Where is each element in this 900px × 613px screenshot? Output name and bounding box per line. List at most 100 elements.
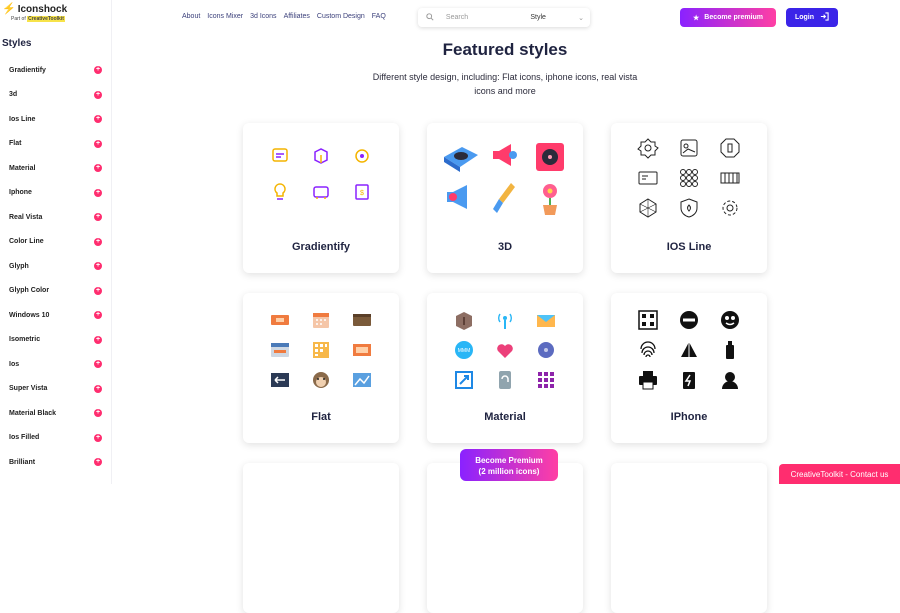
svg-text:MMM: MMM	[458, 348, 471, 354]
card-outline-icon	[638, 171, 658, 185]
toolbar-icon	[271, 343, 290, 357]
disc-icon	[537, 342, 554, 358]
nav-3d-icons[interactable]: 3d Icons	[250, 13, 276, 20]
battery-charge-icon	[682, 372, 695, 389]
sidebar-item[interactable]: Ios Line +	[0, 107, 111, 132]
sidebar-item[interactable]: Material +	[0, 156, 111, 181]
money-icon	[352, 344, 371, 356]
nav-faq[interactable]: FAQ	[372, 13, 386, 20]
plus-icon[interactable]: +	[94, 409, 102, 418]
person-icon	[721, 372, 738, 389]
minus-circle-icon	[679, 311, 698, 329]
style-card-3d[interactable]: 3D	[427, 123, 583, 273]
sidebar-item[interactable]: Super Vista +	[0, 377, 111, 402]
brand-sub: Part of CreativeToolkit	[11, 16, 65, 22]
plus-icon[interactable]: +	[94, 384, 102, 393]
sidebar-item[interactable]: Brilliant +	[0, 450, 111, 475]
sidebar-item[interactable]: Real Vista +	[0, 205, 111, 230]
star-icon: ★	[692, 14, 700, 22]
gear-outline-icon	[637, 138, 660, 159]
card-label: Material	[484, 411, 526, 423]
style-select[interactable]: Style ⌄	[530, 14, 590, 22]
search-input[interactable]: Search	[446, 14, 530, 21]
nav-affiliates[interactable]: Affiliates	[284, 13, 310, 20]
sidebar-item[interactable]: Ios Filled +	[0, 426, 111, 451]
style-card-material[interactable]: MMM Material	[427, 293, 583, 443]
brush-icon	[492, 183, 515, 213]
style-card-partial[interactable]	[243, 463, 399, 613]
gradient-icon	[272, 148, 289, 162]
card-label: IOS Line	[666, 241, 712, 253]
sidebar-item[interactable]: Ios +	[0, 352, 111, 377]
sidebar-item[interactable]: 3d +	[0, 83, 111, 108]
search-icon	[426, 12, 438, 23]
plus-icon[interactable]: +	[94, 66, 102, 75]
heart-icon	[497, 344, 513, 358]
expand-icon	[455, 371, 474, 389]
monkey-icon	[312, 372, 329, 388]
sidebar-item[interactable]: Flat +	[0, 132, 111, 157]
gradient-icon	[313, 186, 329, 199]
turntable-icon	[443, 147, 478, 172]
plus-icon[interactable]: +	[94, 188, 102, 197]
bolt-icon: ⚡	[2, 3, 16, 15]
plus-icon[interactable]: +	[94, 286, 102, 295]
turntable-pink-icon	[536, 143, 565, 171]
sidebar-item[interactable]: Isometric +	[0, 328, 111, 353]
plus-icon[interactable]: +	[94, 433, 102, 442]
plus-icon[interactable]: +	[94, 213, 102, 222]
settings-icon	[722, 200, 738, 216]
sidebar-item[interactable]: Color Line +	[0, 230, 111, 255]
sidebar-item[interactable]: Iphone +	[0, 181, 111, 206]
megaphone-icon	[492, 144, 517, 166]
arrows-icon	[271, 373, 290, 387]
style-card-partial[interactable]	[611, 463, 767, 613]
apps-grid-icon	[537, 372, 554, 388]
become-premium-button[interactable]: ★ Become premium	[680, 8, 776, 27]
sidebar-item[interactable]: Material Black +	[0, 401, 111, 426]
become-premium-floating-button[interactable]: Become Premium (2 million icons)	[460, 449, 558, 481]
plus-icon[interactable]: +	[94, 360, 102, 369]
login-button[interactable]: Login	[786, 8, 838, 27]
plus-icon[interactable]: +	[94, 115, 102, 124]
plus-icon[interactable]: +	[94, 311, 102, 320]
sidebar-item[interactable]: Glyph Color +	[0, 279, 111, 304]
style-card-flat[interactable]: Flat	[243, 293, 399, 443]
grid-board-icon	[312, 342, 329, 358]
triangle-icon	[680, 342, 697, 357]
plus-icon[interactable]: +	[94, 90, 102, 99]
sidebar-item[interactable]: Glyph +	[0, 254, 111, 279]
octagon-icon	[720, 138, 740, 158]
nav-icons-mixer[interactable]: Icons Mixer	[207, 13, 243, 20]
shield-fire-icon	[680, 198, 698, 218]
flat-icon	[271, 315, 290, 325]
phone-device-icon	[498, 371, 511, 389]
contact-us-button[interactable]: CreativeToolkit - Contact us	[779, 464, 900, 484]
nav-custom-design[interactable]: Custom Design	[317, 13, 365, 20]
style-card-gradientify[interactable]: $ Gradientify	[243, 123, 399, 273]
sidebar: ⚡ Iconshock Part of CreativeToolkit Styl…	[0, 0, 112, 484]
logo[interactable]: ⚡ Iconshock Part of CreativeToolkit	[2, 3, 67, 22]
megaphone-blue-icon	[446, 185, 467, 209]
plus-icon[interactable]: +	[94, 458, 102, 467]
box-icon	[456, 312, 473, 330]
plus-icon[interactable]: +	[94, 262, 102, 271]
plus-icon[interactable]: +	[94, 139, 102, 148]
bottle-icon	[725, 341, 734, 359]
plus-icon[interactable]: +	[94, 335, 102, 344]
search-bar: Search Style ⌄	[418, 8, 590, 27]
page-subtitle: Different style design, including: Flat …	[372, 72, 638, 96]
dots-grid-icon	[679, 169, 698, 187]
plus-icon[interactable]: +	[94, 164, 102, 173]
plus-icon[interactable]: +	[94, 237, 102, 246]
nav-about[interactable]: About	[182, 13, 200, 20]
radiator-icon	[720, 172, 740, 184]
style-list: Gradientify + 3d + Ios Line + Flat + Materia…	[0, 58, 111, 475]
style-card-ios-line[interactable]: IOS Line	[611, 123, 767, 273]
sidebar-item[interactable]: Windows 10 +	[0, 303, 111, 328]
sidebar-item[interactable]: Gradientify +	[0, 58, 111, 83]
style-card-partial[interactable]	[427, 463, 583, 613]
style-card-iphone[interactable]: IPhone	[611, 293, 767, 443]
gradient-icon	[314, 148, 328, 164]
face-icon	[720, 311, 739, 329]
